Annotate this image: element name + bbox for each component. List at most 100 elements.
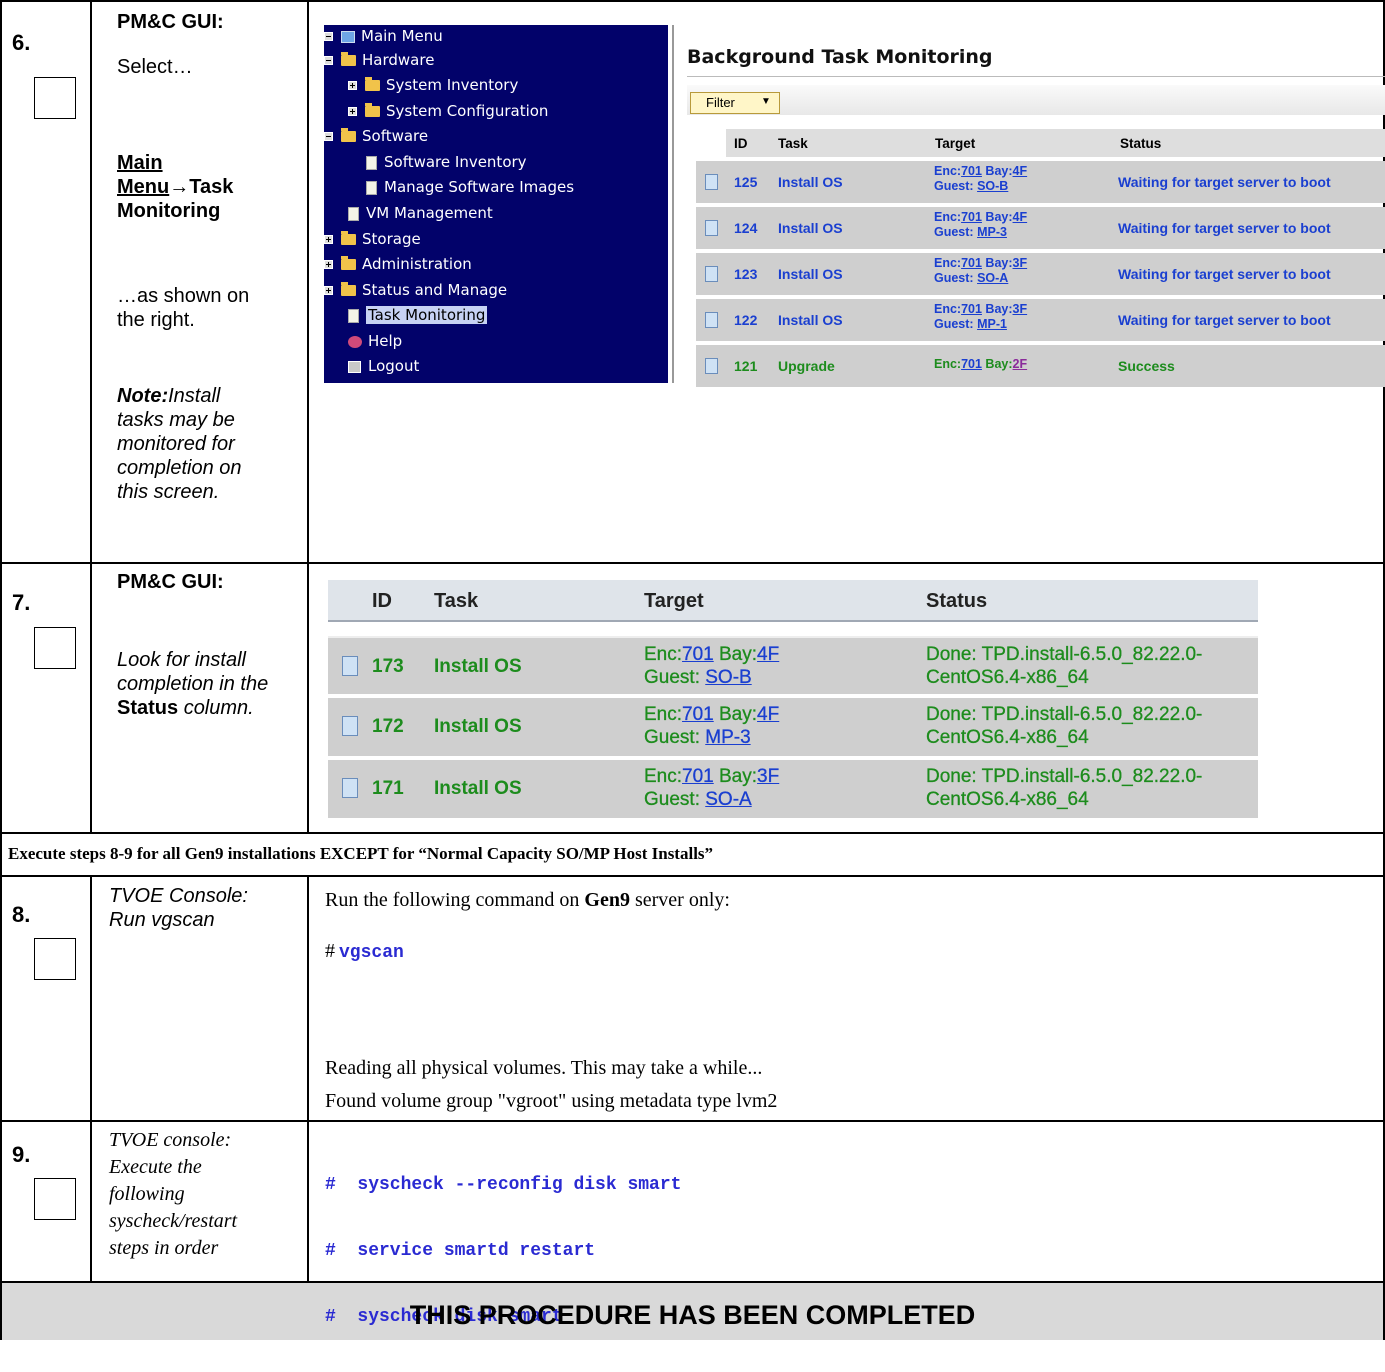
menu-path-line2: Menu→Task <box>117 175 233 199</box>
menu-item-hardware[interactable]: Hardware <box>324 49 434 71</box>
command-text: vgscan <box>339 943 404 963</box>
enc-link[interactable]: 701 <box>682 766 714 787</box>
task-details-icon[interactable] <box>705 220 718 236</box>
menu-item-storage[interactable]: Storage <box>324 228 421 250</box>
table-row[interactable]: 125 Install OS Enc:701 Bay:4F Guest: SO-… <box>696 161 1385 203</box>
expand-icon[interactable] <box>324 286 333 295</box>
column-header-id[interactable]: ID <box>372 590 392 613</box>
menu-item-software-inventory[interactable]: Software Inventory <box>366 151 527 173</box>
collapse-icon[interactable] <box>324 132 333 141</box>
menu-item-main-menu[interactable]: Main Menu <box>324 25 443 47</box>
table-row[interactable]: 124 Install OS Enc:701 Bay:4F Guest: MP-… <box>696 207 1385 249</box>
column-header-target[interactable]: Target <box>644 590 704 613</box>
task-name: Install OS <box>778 312 843 328</box>
step-number: 6. <box>12 30 31 55</box>
bay-link[interactable]: 3F <box>757 766 779 787</box>
guest-link[interactable]: MP-1 <box>977 317 1007 331</box>
menu-item-task-monitoring[interactable]: Task Monitoring <box>348 304 488 326</box>
command-line: # vgscan <box>325 938 404 964</box>
task-details-icon[interactable] <box>342 656 358 676</box>
task-name: Upgrade <box>778 358 835 374</box>
heading-line: TVOE console: <box>109 1129 232 1151</box>
collapse-icon[interactable] <box>324 32 333 41</box>
step-checkbox[interactable] <box>34 77 76 119</box>
enc-link[interactable]: 701 <box>682 644 714 665</box>
column-header-target[interactable]: Target <box>927 129 1112 157</box>
guest-link[interactable]: SO-A <box>977 271 1008 285</box>
task-details-icon[interactable] <box>342 716 358 736</box>
task-name: Install OS <box>778 266 843 282</box>
task-id: 171 <box>372 778 404 799</box>
bay-link[interactable]: 4F <box>757 644 779 665</box>
guest-label: Guest: <box>934 225 978 239</box>
bay-link[interactable]: 4F <box>1013 210 1028 224</box>
step-number: 9. <box>12 1142 31 1167</box>
task-details-icon[interactable] <box>705 266 718 282</box>
task-id: 123 <box>734 266 758 282</box>
table-row[interactable]: 172 Install OS Enc:701 Bay:4F Guest: MP-… <box>328 698 1258 756</box>
menu-item-system-configuration[interactable]: System Configuration <box>348 100 548 122</box>
column-header-task[interactable]: Task <box>434 590 478 613</box>
enc-link[interactable]: 701 <box>961 357 982 371</box>
task-target: Enc:701 Bay:4F Guest: MP-3 <box>644 703 780 749</box>
table-row[interactable]: 123 Install OS Enc:701 Bay:3F Guest: SO-… <box>696 253 1385 295</box>
status-line: Done: TPD.install-6.5.0_82.22.0- <box>926 704 1203 725</box>
guest-label: Guest: <box>934 271 978 285</box>
bay-link[interactable]: 3F <box>1013 302 1028 316</box>
step-checkbox[interactable] <box>34 1178 76 1220</box>
enc-link[interactable]: 701 <box>961 210 982 224</box>
menu-item-manage-software-images[interactable]: Manage Software Images <box>366 176 574 198</box>
folder-icon <box>341 282 356 296</box>
bay-label: Bay: <box>713 644 758 665</box>
column-header-status[interactable]: Status <box>1112 129 1385 157</box>
bay-link[interactable]: 2F <box>1013 357 1028 371</box>
menu-item-help[interactable]: Help <box>348 330 402 352</box>
table-row[interactable]: 171 Install OS Enc:701 Bay:3F Guest: SO-… <box>328 760 1258 818</box>
table-row[interactable]: 121 Upgrade Enc:701 Bay:2F Success <box>696 345 1385 387</box>
bay-link[interactable]: 3F <box>1013 256 1028 270</box>
bay-link[interactable]: 4F <box>757 704 779 725</box>
step-checkbox[interactable] <box>34 938 76 980</box>
task-details-icon[interactable] <box>342 778 358 798</box>
help-icon <box>348 335 362 348</box>
task-details-icon[interactable] <box>705 312 718 328</box>
guest-link[interactable]: MP-3 <box>705 727 751 748</box>
menu-item-system-inventory[interactable]: System Inventory <box>348 74 518 96</box>
menu-item-administration[interactable]: Administration <box>324 253 472 275</box>
step-checkbox[interactable] <box>34 627 76 669</box>
menu-item-status-and-manage[interactable]: Status and Manage <box>324 279 507 301</box>
table-row[interactable]: 122 Install OS Enc:701 Bay:3F Guest: MP-… <box>696 299 1385 341</box>
column-header-task[interactable]: Task <box>770 129 927 157</box>
task-details-icon[interactable] <box>705 358 718 374</box>
expand-icon[interactable] <box>348 107 357 116</box>
btm-panel: Background Task Monitoring Filter ▼ ID T… <box>672 25 1385 387</box>
menu-item-vm-management[interactable]: VM Management <box>348 202 493 224</box>
enc-link[interactable]: 701 <box>682 704 714 725</box>
guest-link[interactable]: SO-B <box>977 179 1008 193</box>
as-shown-line: …as shown on <box>117 285 250 307</box>
task-details-icon[interactable] <box>705 174 718 190</box>
task-target: Enc:701 Bay:2F <box>934 357 1027 372</box>
guest-link[interactable]: SO-A <box>705 789 752 810</box>
menu-item-logout[interactable]: Logout <box>348 355 419 377</box>
expand-icon[interactable] <box>348 81 357 90</box>
filter-button[interactable]: Filter ▼ <box>690 92 780 114</box>
menu-item-software[interactable]: Software <box>324 125 428 147</box>
collapse-icon[interactable] <box>324 56 333 65</box>
expand-icon[interactable] <box>324 235 333 244</box>
enc-link[interactable]: 701 <box>961 164 982 178</box>
column-header-status[interactable]: Status <box>926 590 987 613</box>
enc-link[interactable]: 701 <box>961 302 982 316</box>
folder-icon <box>365 103 380 117</box>
expand-icon[interactable] <box>324 260 333 269</box>
bay-link[interactable]: 4F <box>1013 164 1028 178</box>
enc-link[interactable]: 701 <box>961 256 982 270</box>
column-header-id[interactable]: ID <box>726 129 770 157</box>
note-line: monitored for <box>117 433 235 455</box>
step-number: 7. <box>12 590 31 615</box>
guest-link[interactable]: SO-B <box>705 667 752 688</box>
task-id: 125 <box>734 174 758 190</box>
bay-label: Bay: <box>713 704 758 725</box>
table-row[interactable]: 173 Install OS Enc:701 Bay:4F Guest: SO-… <box>328 636 1258 694</box>
guest-link[interactable]: MP-3 <box>977 225 1007 239</box>
